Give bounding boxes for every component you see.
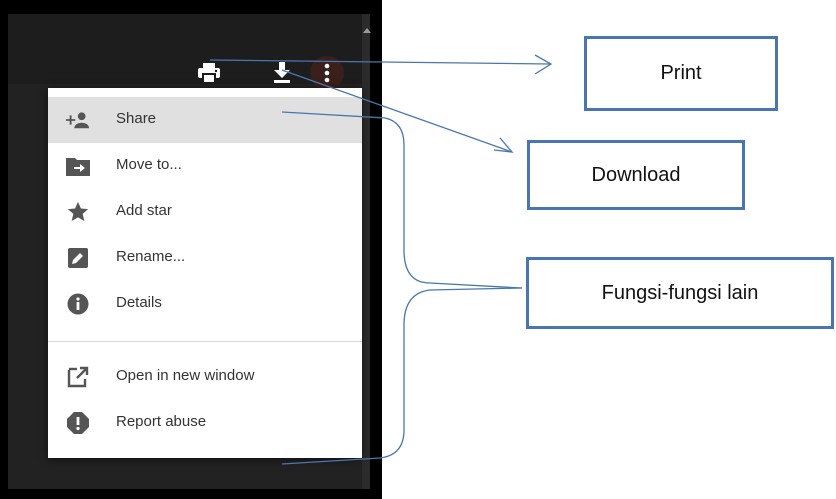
download-arrowhead-icon [493,137,514,153]
download-callout-label: Download [591,163,681,186]
other-functions-callout-label: Fungsi-fungsi lain [601,281,759,304]
print-connector-line [209,59,551,65]
other-functions-callout-box: Fungsi-fungsi lain [526,257,834,329]
report-bracket-line [281,287,523,465]
download-connector-line [281,69,513,153]
share-bracket-line [281,111,523,289]
print-callout-box: Print [584,36,778,111]
download-callout-box: Download [527,140,745,210]
print-callout-label: Print [660,62,702,84]
